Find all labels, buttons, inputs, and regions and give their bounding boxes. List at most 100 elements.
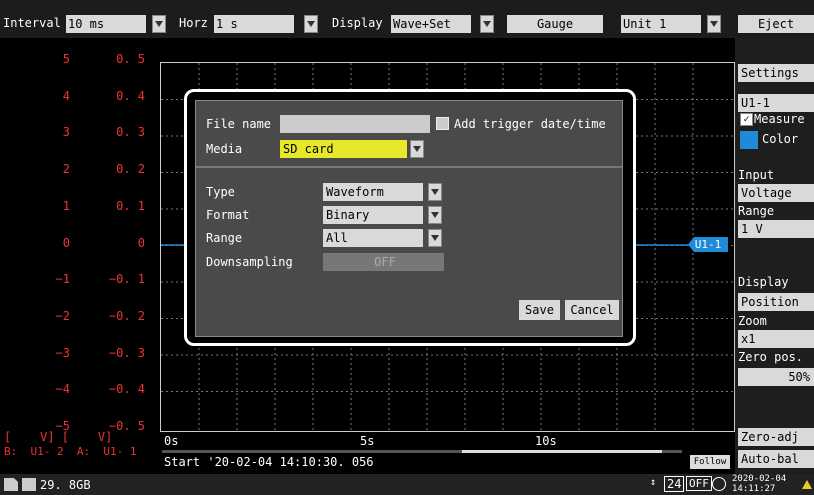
display-dropdown-icon[interactable] [480,15,494,33]
color-swatch[interactable] [740,131,758,149]
range-value: 1 V [741,222,763,236]
zero-pos-label: Zero pos. [738,350,804,364]
media-select[interactable]: SD card [280,140,407,158]
status-date: 2020-02-04 [732,474,787,484]
range-label: Range [738,204,775,218]
file-name-label: File name [206,117,272,131]
scale-a-tick: −3 [55,345,70,360]
zero-pos-field[interactable]: 50% [738,368,814,386]
clock-icon [712,477,726,491]
unit-dropdown-icon[interactable] [707,15,721,33]
zoom-value: x1 [741,332,756,346]
channels-line: B: U1- 2 A: U1- 1 [4,445,137,458]
scroll-bar-thumb[interactable] [462,450,662,453]
sd-card-icon [4,478,18,491]
zero-adj-label: Zero-adj [741,430,799,444]
screen-icon: ↕ [650,477,657,488]
scale-b-tick: 0. 3 [116,125,145,140]
zero-pos-value: 50% [788,370,810,384]
format-select[interactable]: Binary [323,206,423,224]
add-trigger-checkbox[interactable] [436,117,449,130]
eject-button[interactable]: Eject [738,15,814,33]
scale-b-tick: −0. 4 [108,382,145,397]
channel-select[interactable]: U1-1 [738,94,814,112]
input-value: Voltage [741,186,792,200]
measure-checkbox[interactable]: ✓ [740,113,753,126]
media-dropdown-icon[interactable] [410,140,424,158]
type-select[interactable]: Waveform [323,183,423,201]
downsampling-label: Downsampling [206,255,293,269]
scale-a-tick: 5 [62,52,70,66]
scale-a-tick: −2 [55,308,70,323]
scale-a-tick: 0 [62,235,70,250]
save-button[interactable]: Save [519,300,560,320]
time-axis: 0s 5s 10s Start '20-02-04 14:10:30. 056 … [160,434,735,469]
time-tick-5: 5s [360,434,375,448]
scroll-bar-track[interactable] [162,450,682,453]
type-dropdown-icon[interactable] [428,183,442,201]
color-label: Color [762,132,799,146]
save-dialog: File name Add trigger date/time Media SD… [184,89,636,346]
zoom-select[interactable]: x1 [738,330,814,348]
dialog-divider [196,166,622,168]
channel-marker[interactable]: U1-1 [688,237,728,252]
auto-bal-label: Auto-bal [741,452,799,466]
input-label: Input [738,168,775,182]
measure-label: Measure [754,112,805,126]
time-tick-0: 0s [164,434,179,448]
scale-a-tick: 2 [62,162,70,177]
media-label: Media [206,142,243,156]
range-select[interactable]: 1 V [738,220,814,238]
scale-b-tick: −0. 1 [108,272,145,287]
scale-b-tick: −0. 2 [108,308,145,323]
input-select[interactable]: Voltage [738,184,814,202]
gauge-button[interactable]: Gauge [507,15,603,33]
file-name-input[interactable] [280,115,430,133]
amplitude-scale: 5 0. 5 4 0. 4 3 0. 3 2 0. 2 1 0. 1 0 0 −1 −0. 1 −2 −0. … [0,38,160,458]
scale-a-tick: −1 [55,272,70,287]
display-mode-select[interactable]: Position [738,293,814,311]
scale-a-tick: −4 [55,382,70,397]
display-select[interactable]: Wave+Set [391,15,471,33]
interval-dropdown-icon[interactable] [152,15,166,33]
storage-free: 29. 8GB [40,478,91,492]
units-line: [ V] [ V] [4,430,113,444]
follow-button[interactable]: Follow [690,455,730,469]
scale-b-tick: 0. 4 [116,88,145,103]
scale-b-tick: 0. 2 [116,162,145,177]
horz-label: Horz [179,16,208,30]
status-time: 14:11:27 [732,484,776,494]
add-trigger-label: Add trigger date/time [454,117,606,131]
save-dialog-body: File name Add trigger date/time Media SD… [195,100,623,337]
type-label: Type [206,185,235,199]
channel-value: U1-1 [741,96,770,110]
zero-adj-button[interactable]: Zero-adj [738,428,814,446]
right-settings-panel: Settings U1-1 ✓ Measure Color Input Volt… [735,38,814,474]
format-label: Format [206,208,250,222]
unit-select[interactable]: Unit 1 [621,15,701,33]
downsampling-field: OFF [323,253,444,271]
settings-label: Settings [741,66,799,80]
usb-drive-icon [22,478,36,491]
start-time: Start '20-02-04 14:10:30. 056 [164,455,374,469]
time-tick-10: 10s [535,434,557,448]
off-badge: OFF [686,476,712,491]
top-toolbar: Interval 10 ms Horz 1 s Display Wave+Set… [0,0,814,38]
display-mode-value: Position [741,295,799,309]
display-mode-label: Display [738,275,789,289]
scale-b-tick: 0 [137,235,145,250]
format-dropdown-icon[interactable] [428,206,442,224]
auto-bal-button[interactable]: Auto-bal [738,450,814,468]
scale-b-tick: 0. 1 [116,198,145,213]
settings-button[interactable]: Settings [738,64,814,82]
interval-select[interactable]: 10 ms [66,15,146,33]
horz-dropdown-icon[interactable] [304,15,318,33]
cancel-button[interactable]: Cancel [565,300,619,320]
range-option-select[interactable]: All [323,229,423,247]
range-option-label: Range [206,231,243,245]
count-badge: 24 [664,476,685,492]
horz-select[interactable]: 1 s [214,15,294,33]
range-option-dropdown-icon[interactable] [428,229,442,247]
scale-a-tick: 4 [62,88,70,103]
warning-icon [802,480,812,489]
